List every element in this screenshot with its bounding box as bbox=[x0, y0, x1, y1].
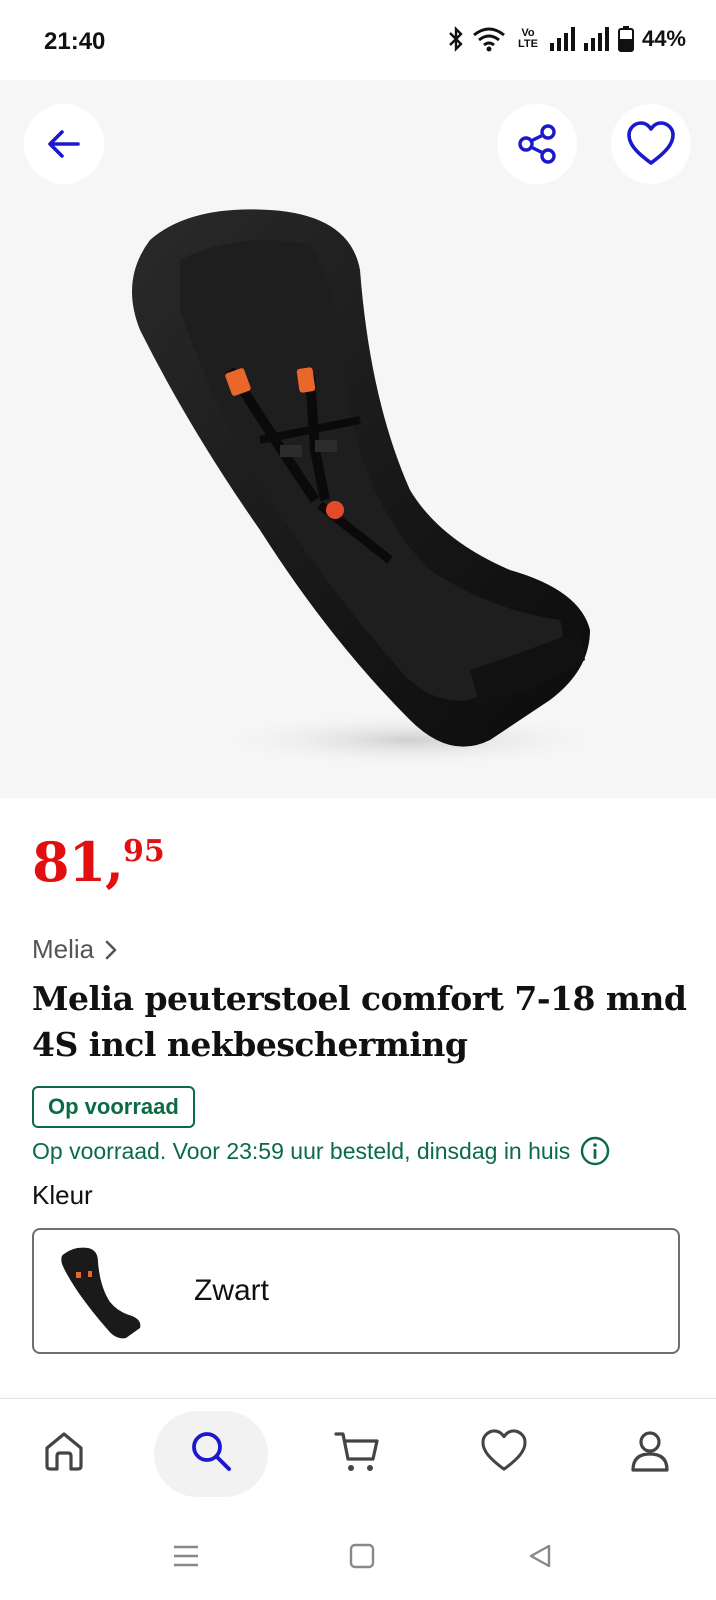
bottom-navigation bbox=[0, 1398, 716, 1501]
price-main: 81, bbox=[32, 830, 124, 894]
color-option-selected[interactable]: Zwart bbox=[32, 1228, 680, 1354]
delivery-info: Op voorraad. Voor 23:59 uur besteld, din… bbox=[32, 1136, 610, 1166]
system-home-button[interactable] bbox=[342, 1536, 382, 1576]
battery-percent: 44% bbox=[641, 26, 686, 51]
chevron-right-icon bbox=[105, 940, 117, 959]
back-button[interactable] bbox=[24, 104, 104, 184]
search-icon bbox=[192, 1432, 231, 1471]
triangle-back-icon bbox=[529, 1544, 551, 1568]
system-navigation-bar bbox=[0, 1500, 716, 1600]
favorite-button[interactable] bbox=[611, 104, 691, 184]
share-icon bbox=[518, 124, 556, 164]
product-title: Melia peuterstoel comfort 7-18 mnd 4S in… bbox=[32, 979, 687, 1064]
delivery-message: Op voorraad. Voor 23:59 uur besteld, din… bbox=[32, 1137, 571, 1164]
cart-icon bbox=[334, 1432, 379, 1471]
volte-label: Vo LTE bbox=[517, 27, 538, 50]
nav-home[interactable] bbox=[24, 1411, 104, 1491]
square-icon bbox=[349, 1543, 375, 1569]
product-price: 81,95 bbox=[32, 835, 165, 889]
wifi-icon bbox=[473, 27, 505, 52]
brand-link[interactable]: Melia bbox=[32, 934, 118, 965]
nav-search[interactable] bbox=[171, 1411, 251, 1491]
color-thumbnail bbox=[52, 1242, 152, 1342]
brand-name: Melia bbox=[32, 934, 95, 964]
nav-account[interactable] bbox=[610, 1411, 690, 1491]
color-label: Kleur bbox=[32, 1180, 93, 1210]
product-image bbox=[110, 200, 610, 770]
status-bar: 21:40 Vo LTE 44% bbox=[0, 0, 716, 80]
status-time: 21:40 bbox=[44, 28, 106, 55]
system-back-button[interactable] bbox=[520, 1536, 560, 1576]
share-button[interactable] bbox=[497, 104, 577, 184]
recents-button[interactable] bbox=[166, 1536, 206, 1576]
product-image-gallery[interactable] bbox=[0, 80, 716, 798]
heart-icon bbox=[481, 1429, 527, 1471]
bluetooth-icon bbox=[449, 26, 463, 52]
battery-icon bbox=[617, 26, 634, 52]
signal-icon-2 bbox=[583, 27, 609, 51]
nav-cart[interactable] bbox=[317, 1411, 397, 1491]
heart-icon bbox=[627, 121, 675, 165]
info-icon[interactable] bbox=[580, 1136, 610, 1166]
user-icon bbox=[631, 1431, 669, 1472]
status-icons: Vo LTE 44% bbox=[448, 26, 686, 52]
color-name: Zwart bbox=[194, 1274, 269, 1307]
home-icon bbox=[45, 1432, 83, 1471]
price-cents: 95 bbox=[122, 834, 165, 869]
menu-icon bbox=[174, 1545, 198, 1567]
stock-badge: Op voorraad bbox=[32, 1086, 195, 1128]
signal-icon bbox=[549, 27, 575, 51]
nav-favorites[interactable] bbox=[464, 1411, 544, 1491]
back-arrow-icon bbox=[48, 130, 80, 158]
